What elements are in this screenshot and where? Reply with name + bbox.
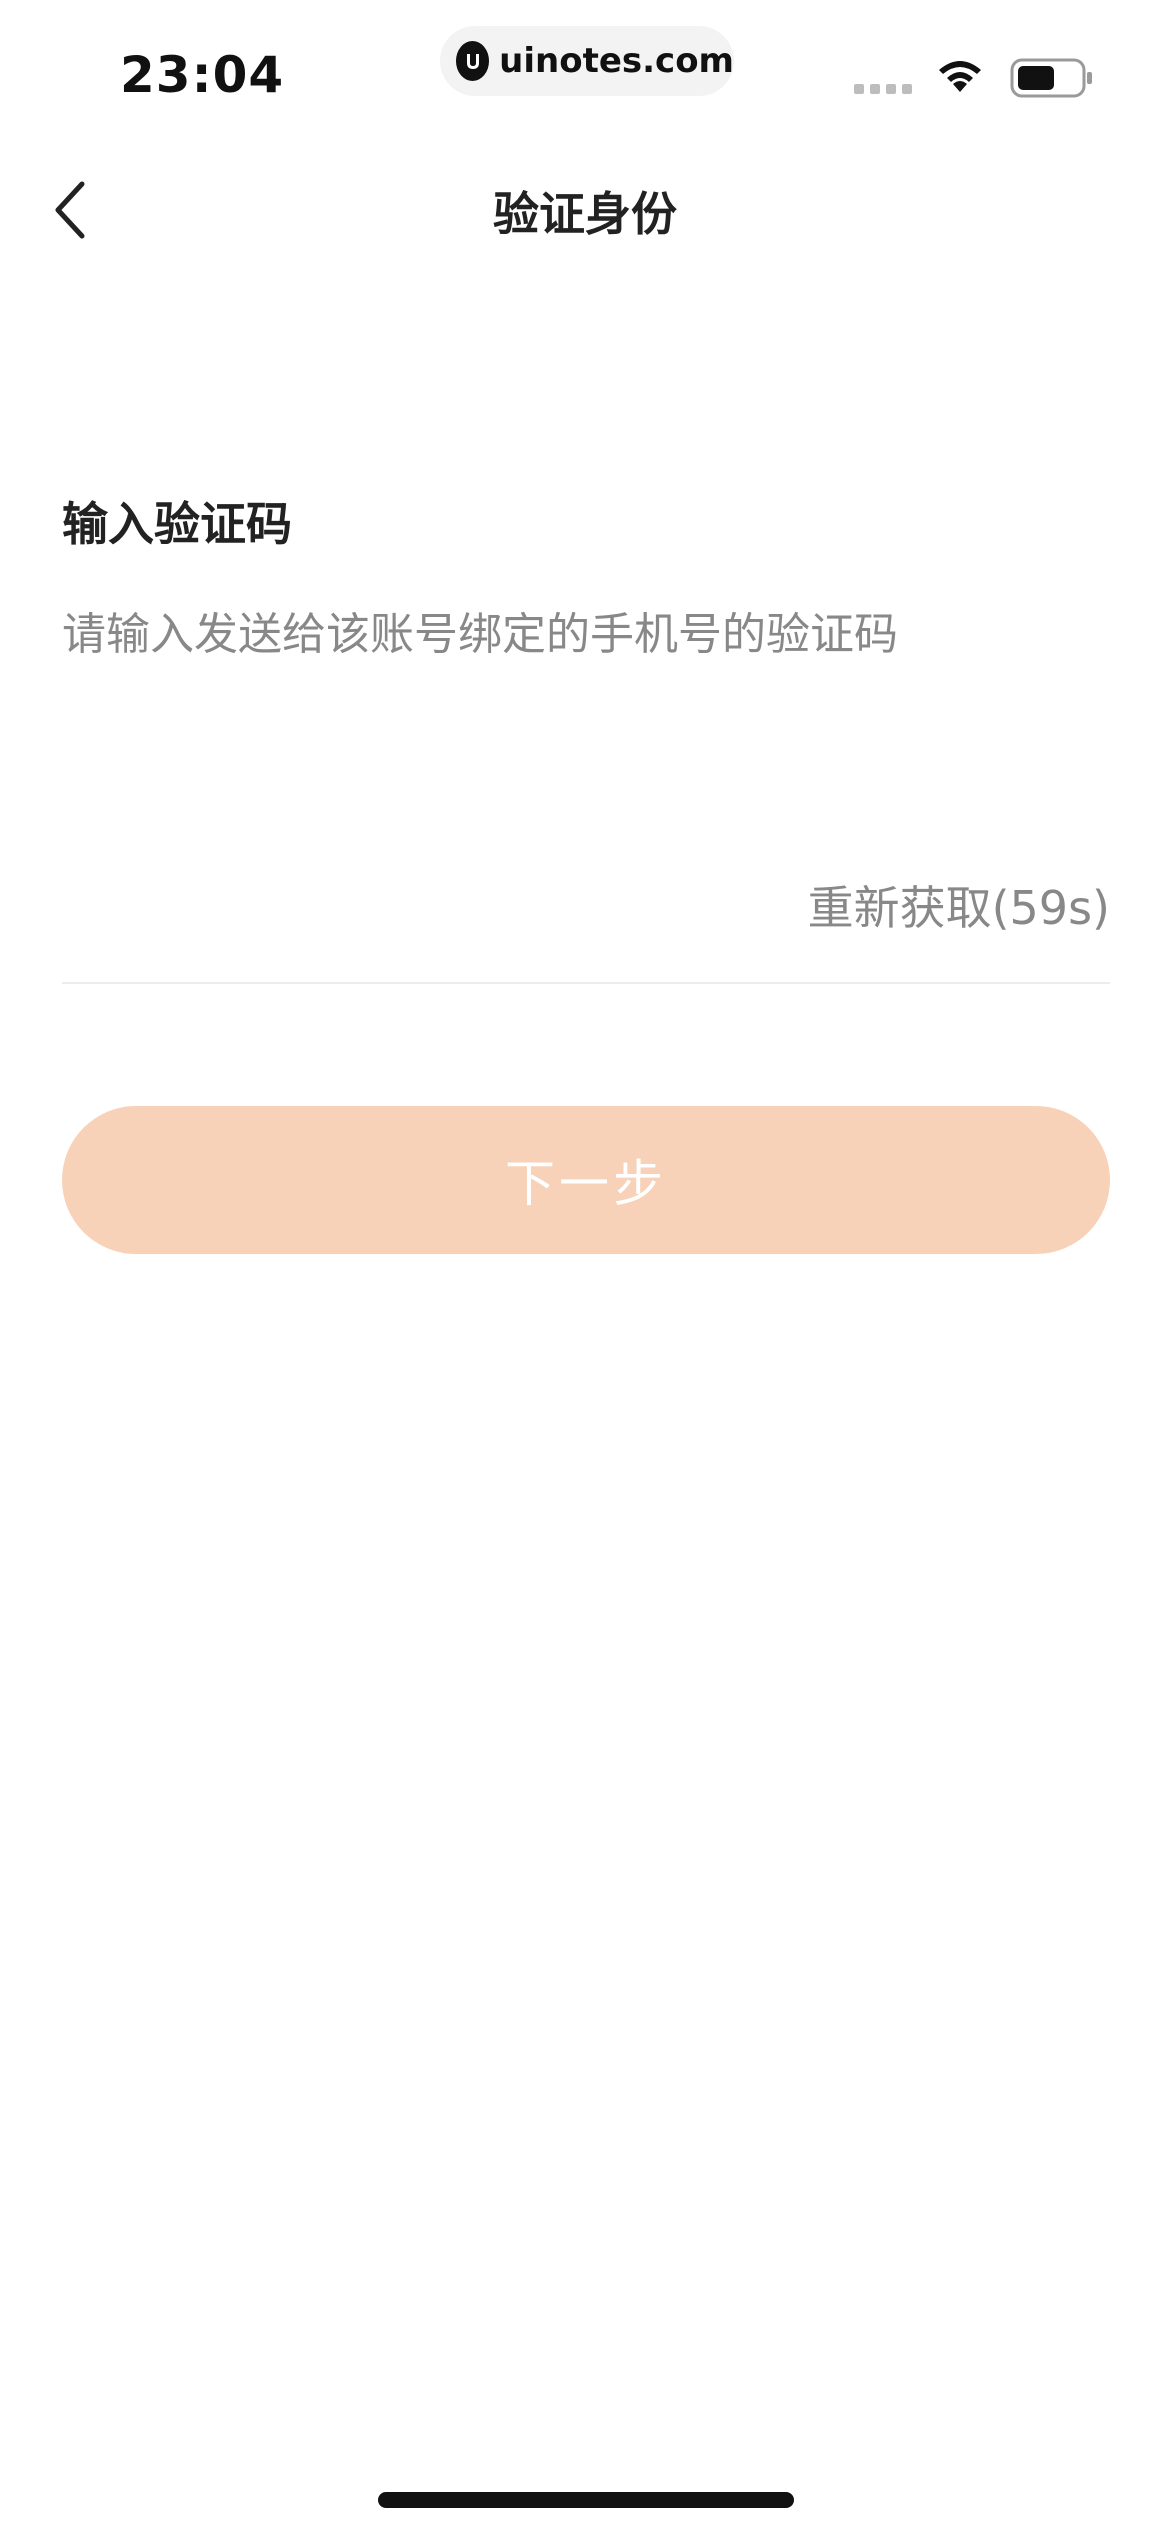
next-step-button[interactable]: 下一步	[62, 1106, 1110, 1254]
battery-icon	[1010, 58, 1094, 102]
page-title: 验证身份	[493, 187, 677, 241]
signal-icon	[854, 84, 912, 94]
section-title: 输入验证码	[62, 497, 292, 551]
nav-bar: 验证身份	[0, 150, 1170, 270]
resend-code-button[interactable]: 重新获取(59s)	[808, 872, 1110, 938]
home-indicator[interactable]	[378, 2492, 794, 2508]
verification-code-input[interactable]	[62, 860, 766, 952]
section-description: 请输入发送给该账号绑定的手机号的验证码	[62, 609, 898, 660]
status-bar: 23:04 uinotes.com	[0, 0, 1170, 150]
status-time: 23:04	[120, 46, 285, 104]
wifi-icon	[934, 56, 986, 100]
url-pill[interactable]: uinotes.com	[440, 26, 734, 96]
code-input-row: 重新获取(59s)	[62, 840, 1110, 984]
url-text: uinotes.com	[499, 41, 734, 81]
uinotes-logo-icon	[456, 41, 490, 81]
